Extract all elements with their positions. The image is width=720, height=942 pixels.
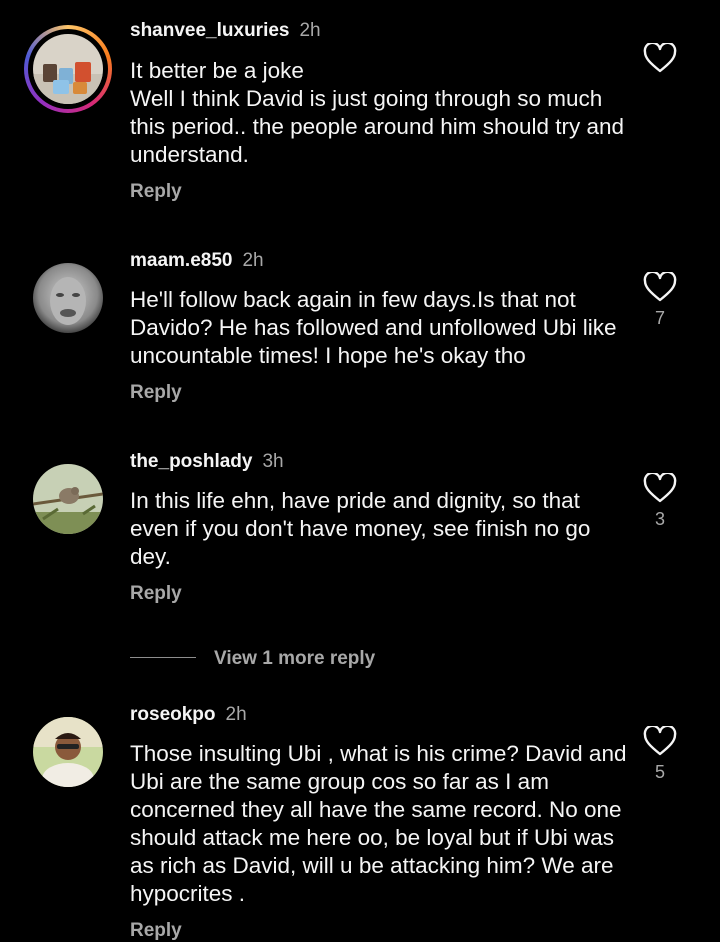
comment-text: He'll follow back again in few days.Is t…: [130, 287, 617, 368]
comment-time: 3h: [262, 451, 284, 472]
avatar[interactable]: [33, 464, 103, 534]
replies-divider: [130, 657, 196, 658]
heart-outline-icon: [643, 726, 677, 756]
comment-time: 2h: [242, 250, 264, 271]
comment-time: 2h: [225, 704, 247, 725]
avatar-story-ring[interactable]: [24, 25, 112, 113]
comment-text: It better be a joke Well I think David i…: [130, 58, 625, 167]
comment-username[interactable]: shanvee_luxuries 2h: [130, 20, 321, 42]
comment-username[interactable]: maam.e850 2h: [130, 250, 264, 272]
like-button[interactable]: 3: [642, 473, 678, 530]
view-more-replies-button[interactable]: View 1 more reply: [214, 648, 375, 670]
username-text[interactable]: the_poshlady: [130, 451, 252, 472]
heart-outline-icon: [643, 473, 677, 503]
heart-outline-icon: [643, 272, 677, 302]
comment-text: Those insulting Ubi , what is his crime?…: [130, 741, 627, 906]
reply-button[interactable]: Reply: [130, 583, 182, 605]
comment-time: 2h: [299, 20, 321, 41]
reply-button[interactable]: Reply: [130, 382, 182, 404]
avatar: [33, 34, 103, 104]
like-button[interactable]: 7: [642, 272, 678, 329]
like-count: 3: [654, 509, 665, 529]
reply-button[interactable]: Reply: [130, 181, 182, 203]
comment-username[interactable]: the_poshlady 3h: [130, 451, 284, 473]
like-count: 5: [654, 762, 665, 782]
avatar[interactable]: [33, 717, 103, 787]
like-button[interactable]: 5: [642, 726, 678, 783]
avatar[interactable]: [33, 263, 103, 333]
username-text[interactable]: shanvee_luxuries: [130, 20, 289, 41]
username-text[interactable]: roseokpo: [130, 704, 216, 725]
reply-button[interactable]: Reply: [130, 920, 182, 942]
like-button[interactable]: [642, 43, 678, 73]
heart-outline-icon: [643, 43, 677, 73]
username-text[interactable]: maam.e850: [130, 250, 232, 271]
comment-username[interactable]: roseokpo 2h: [130, 704, 247, 726]
like-count: 7: [654, 308, 665, 328]
comment-text: In this life ehn, have pride and dignity…: [130, 488, 591, 569]
